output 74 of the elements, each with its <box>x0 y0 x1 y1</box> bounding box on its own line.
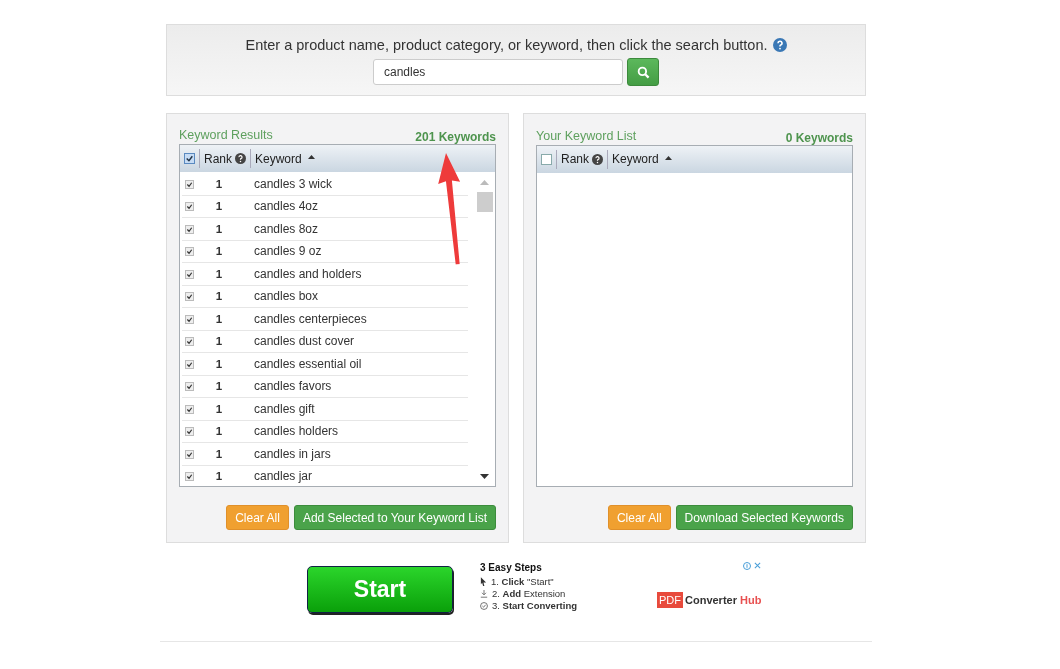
step-text: 2. Add Extension <box>492 588 566 599</box>
keyword-cell-text: candles dust cover <box>253 334 355 349</box>
rank-cell-text: 1 <box>214 402 224 415</box>
sort-ascending-icon[interactable] <box>307 155 315 159</box>
row-checkbox[interactable] <box>185 359 194 369</box>
rank-cell-text: 1 <box>214 177 224 190</box>
rank-cell-text: 1 <box>214 290 224 303</box>
help-icon[interactable] <box>235 153 246 164</box>
scroll-thumb[interactable] <box>476 192 493 212</box>
keyword-cell-text: candles essential oil <box>253 356 362 371</box>
help-icon[interactable] <box>772 38 787 52</box>
search-button[interactable] <box>627 58 659 86</box>
keyword-cell-text: candles 8oz <box>253 221 319 236</box>
rank-cell-text: 1 <box>214 335 224 348</box>
search-prompt: Enter a product name, product category, or keyword, then click the search button. <box>245 37 768 53</box>
keyword-cell-text: candles 4oz <box>253 199 319 214</box>
row-checkbox[interactable] <box>185 269 194 279</box>
panel-title: Keyword Results <box>179 128 273 142</box>
row-checkbox[interactable] <box>185 404 194 414</box>
column-header[interactable]: Rank <box>204 151 232 166</box>
step-text: 3. Start Converting <box>492 600 577 611</box>
column-header[interactable]: Keyword <box>612 152 659 167</box>
row-checkbox[interactable] <box>185 449 194 459</box>
check-circle-icon <box>480 601 488 610</box>
row-checkbox[interactable] <box>185 337 194 347</box>
row-checkbox[interactable] <box>185 382 194 392</box>
keyword-cell-text: candles 3 wick <box>253 176 333 191</box>
row-checkbox[interactable] <box>185 292 194 302</box>
rank-cell-text: 1 <box>214 470 224 483</box>
keyword-cell-text: candles jar <box>253 469 313 484</box>
keyword-cell-text: candles in jars <box>253 446 331 461</box>
help-icon[interactable] <box>592 153 603 165</box>
select-all-checkbox[interactable] <box>184 153 195 164</box>
rank-cell-text: 1 <box>214 267 224 280</box>
keyword-cell-text: candles box <box>253 289 319 304</box>
row-checkbox[interactable] <box>185 472 194 482</box>
rank-cell-text: 1 <box>214 222 224 235</box>
logo-text: Converter <box>685 594 737 606</box>
row-checkbox[interactable] <box>185 179 194 189</box>
keyword-cell-text: candles centerpieces <box>253 311 367 326</box>
rank-cell-text: 1 <box>214 200 224 213</box>
rank-cell-text: 1 <box>214 380 224 393</box>
row-checkbox[interactable] <box>185 202 194 212</box>
logo-text: Hub <box>739 594 762 606</box>
cursor-icon <box>480 577 487 586</box>
keyword-cell-text: candles holders <box>253 424 339 439</box>
rank-cell-text: 1 <box>214 312 224 325</box>
rank-cell-text: 1 <box>214 425 224 438</box>
column-header[interactable]: Keyword <box>255 151 302 166</box>
keyword-count: 201 Keywords <box>415 130 496 144</box>
row-checkbox[interactable] <box>185 247 194 257</box>
steps-heading: 3 Easy Steps <box>480 562 543 573</box>
keyword-cell-text: candles 9 oz <box>253 244 322 259</box>
rank-cell-text: 1 <box>214 447 224 460</box>
row-checkbox[interactable] <box>185 224 194 234</box>
step-text: 1. Click "Start" <box>491 576 554 587</box>
search-icon <box>636 65 650 79</box>
rank-cell-text: 1 <box>214 357 224 370</box>
keyword-cell-text: candles gift <box>253 401 315 416</box>
download-icon <box>480 589 488 598</box>
column-header[interactable]: Rank <box>561 152 589 167</box>
scroll-down-icon[interactable] <box>480 474 489 479</box>
rank-cell-text: 1 <box>214 245 224 258</box>
logo-badge: PDF <box>657 592 683 608</box>
keyword-count: 0 Keywords <box>785 130 853 145</box>
row-checkbox[interactable] <box>185 314 194 324</box>
row-checkbox[interactable] <box>185 427 194 437</box>
search-field[interactable]: candles <box>373 59 623 85</box>
keyword-cell-text: candles and holders <box>253 266 362 281</box>
panel-title: Your Keyword List <box>536 128 637 143</box>
close-icon[interactable] <box>754 562 762 569</box>
keyword-cell-text: candles favors <box>253 379 332 394</box>
sort-ascending-icon[interactable] <box>664 155 672 160</box>
select-all-checkbox[interactable] <box>541 153 552 165</box>
